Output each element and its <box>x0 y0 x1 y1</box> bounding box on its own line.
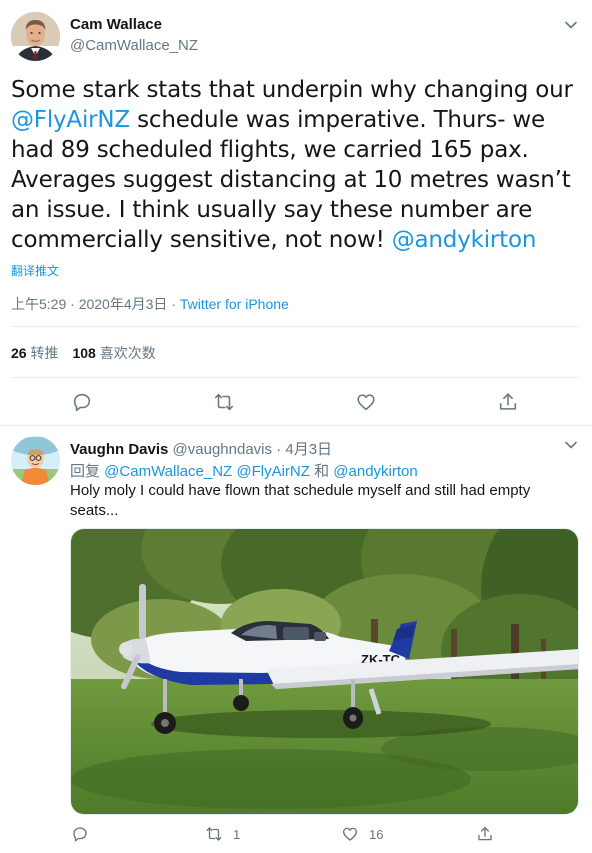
reply-icon[interactable] <box>71 825 89 843</box>
reply-action[interactable] <box>71 824 89 844</box>
likes-stat[interactable]: 108 喜欢次数 <box>72 345 155 361</box>
tweet-text-part: Some stark stats that underpin why chang… <box>11 77 573 103</box>
avatar[interactable] <box>11 12 60 61</box>
chevron-down-icon[interactable] <box>564 18 578 32</box>
share-action[interactable] <box>476 824 494 844</box>
mention-link-andykirton[interactable]: @andykirton <box>392 227 537 253</box>
likes-count: 108 <box>72 345 96 361</box>
reply-prefix: 回复 <box>70 463 105 480</box>
translate-tweet-link[interactable]: 翻译推文 <box>11 262 59 279</box>
retweets-label: 转推 <box>30 345 59 361</box>
reply-header: Vaughn Davis @vaughndavis · 4月3日 <box>70 438 332 459</box>
retweets-stat[interactable]: 26 转推 <box>11 345 58 361</box>
reply-icon[interactable] <box>71 391 93 413</box>
reply-conjunction: 和 <box>309 463 334 480</box>
replying-to: 回复 @CamWallace_NZ @FlyAirNZ 和 @andykirto… <box>70 460 418 481</box>
author-name[interactable]: Cam Wallace <box>70 16 162 33</box>
reply-author-name[interactable]: Vaughn Davis <box>70 441 168 458</box>
avatar[interactable] <box>11 436 60 485</box>
tweet-text: Some stark stats that underpin why chang… <box>11 75 583 255</box>
reply-text: Holy moly I could have flown that schedu… <box>70 482 531 519</box>
attached-photo[interactable]: ZK-TC <box>70 528 579 815</box>
mention-link-andykirton[interactable]: @andykirton <box>333 463 417 480</box>
retweets-count: 26 <box>11 345 27 361</box>
source-link[interactable]: Twitter for iPhone <box>180 296 289 312</box>
like-icon[interactable] <box>355 391 377 413</box>
like-count: 16 <box>369 826 384 842</box>
divider <box>11 326 579 327</box>
like-icon[interactable] <box>341 825 359 843</box>
divider <box>11 377 579 378</box>
author-handle[interactable]: @CamWallace_NZ <box>70 37 198 54</box>
tweet-meta: 上午5:29 · 2020年4月3日 · Twitter for iPhone <box>11 294 289 314</box>
mention-link-camwallace[interactable]: @CamWallace_NZ <box>104 463 232 480</box>
reply-author-handle[interactable]: @vaughndavis <box>173 441 272 458</box>
mention-link-flyairnz[interactable]: @FlyAirNZ <box>11 107 130 133</box>
share-icon[interactable] <box>476 825 494 843</box>
retweet-icon[interactable] <box>205 825 223 843</box>
like-action[interactable]: 16 <box>341 824 383 844</box>
engagement-stats: 26 转推 108 喜欢次数 <box>11 343 156 363</box>
mention-link-flyairnz[interactable]: @FlyAirNZ <box>236 463 310 480</box>
likes-label: 喜欢次数 <box>99 345 156 361</box>
retweet-action[interactable]: 1 <box>205 824 240 844</box>
share-icon[interactable] <box>497 391 519 413</box>
reply-date[interactable]: · 4月3日 <box>276 441 332 458</box>
meta-separator: · <box>167 296 180 312</box>
timestamp[interactable]: 上午5:29 · 2020年4月3日 <box>11 296 167 312</box>
tweet-divider <box>0 425 592 426</box>
chevron-down-icon[interactable] <box>564 438 578 452</box>
retweet-count: 1 <box>233 826 241 842</box>
retweet-icon[interactable] <box>213 391 235 413</box>
